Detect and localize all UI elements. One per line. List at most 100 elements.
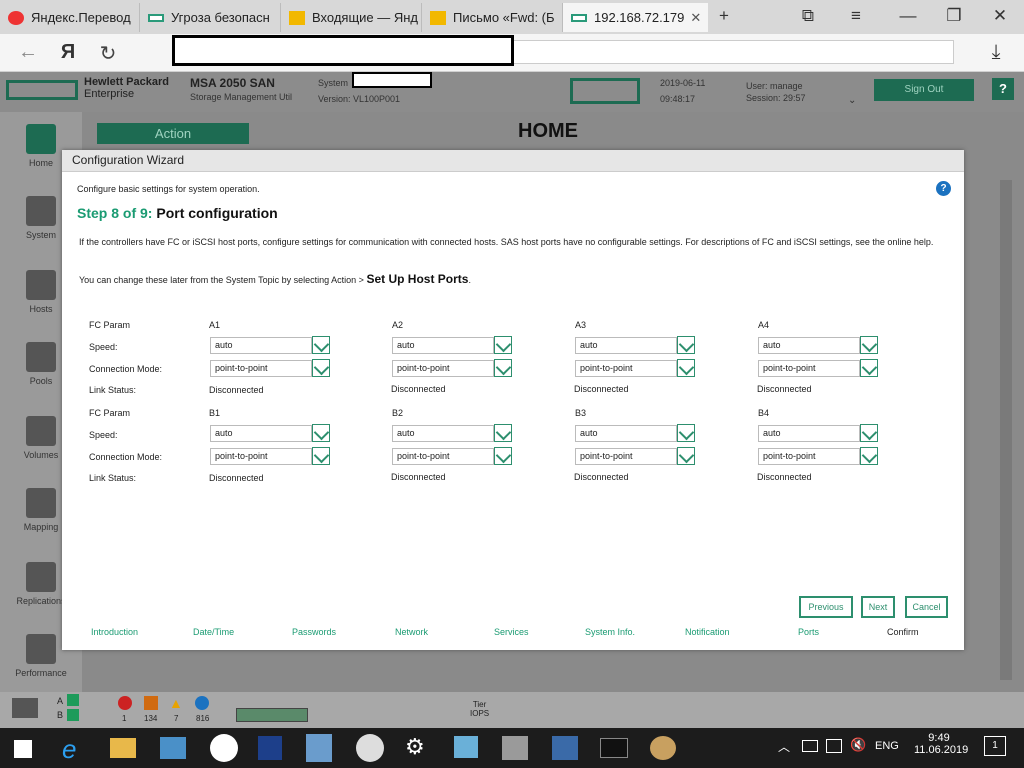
port-b3-speed-select[interactable]: auto xyxy=(575,425,677,442)
scrollbar[interactable] xyxy=(1000,180,1012,680)
chevron-down-icon[interactable] xyxy=(312,424,330,442)
critical-icon[interactable] xyxy=(144,696,158,710)
yandex-browser-icon[interactable] xyxy=(210,734,238,762)
close-tab-icon[interactable]: ✕ xyxy=(690,10,701,26)
notifications-icon[interactable]: 1 xyxy=(984,736,1006,756)
internet-explorer-icon[interactable]: e xyxy=(62,734,76,765)
chevron-down-icon[interactable] xyxy=(312,336,330,354)
clock-app-icon[interactable] xyxy=(356,734,384,762)
restore-icon[interactable]: ❐ xyxy=(942,6,966,26)
port-b2-label: B2 xyxy=(392,408,404,418)
chevron-down-icon[interactable] xyxy=(860,359,878,377)
sidebar-item-label: Replications xyxy=(16,596,66,606)
chevron-down-icon[interactable] xyxy=(860,424,878,442)
port-b1-speed-select[interactable]: auto xyxy=(210,425,312,442)
back-arrow-icon[interactable]: ← xyxy=(16,41,40,64)
close-window-icon[interactable]: ✕ xyxy=(988,6,1012,26)
network-icon[interactable] xyxy=(826,739,842,753)
wizard-step-introduction[interactable]: Introduction xyxy=(91,627,138,637)
chevron-down-icon[interactable] xyxy=(494,359,512,377)
notes-app-icon[interactable] xyxy=(454,736,478,758)
language-indicator[interactable]: ENG xyxy=(875,740,899,752)
chevron-down-icon[interactable] xyxy=(677,336,695,354)
windows-start-icon[interactable] xyxy=(14,740,32,758)
chevron-down-icon[interactable] xyxy=(677,359,695,377)
minimize-icon[interactable]: — xyxy=(896,6,920,26)
browser-tab-active[interactable]: 192.168.72.179 ✕ xyxy=(563,3,708,32)
chevron-down-icon[interactable] xyxy=(312,359,330,377)
yandex-logo[interactable]: Я xyxy=(56,41,80,64)
volume-muted-icon[interactable]: 🔇 xyxy=(850,737,866,753)
url-field-extension[interactable] xyxy=(514,40,954,64)
port-b2-status: Disconnected xyxy=(391,472,446,482)
settings-gear-icon[interactable]: ⚙ xyxy=(405,734,425,760)
save-app-icon[interactable] xyxy=(258,736,282,760)
port-a3-status: Disconnected xyxy=(574,384,629,394)
chevron-down-icon[interactable] xyxy=(860,447,878,465)
wizard-step-date-time[interactable]: Date/Time xyxy=(193,627,234,637)
wizard-step-notification[interactable]: Notification xyxy=(685,627,730,637)
chevron-down-icon[interactable] xyxy=(312,447,330,465)
wizard-step-ports[interactable]: Ports xyxy=(798,627,819,637)
tab-title: Входящие — Янд xyxy=(312,10,419,25)
previous-button[interactable]: Previous xyxy=(799,596,853,618)
chevron-down-icon[interactable] xyxy=(494,336,512,354)
port-b4-mode-select[interactable]: point-to-point xyxy=(758,448,860,465)
file-explorer-icon[interactable] xyxy=(110,738,136,758)
chevron-down-icon[interactable] xyxy=(677,447,695,465)
port-b4-speed-select[interactable]: auto xyxy=(758,425,860,442)
port-a1-speed-select[interactable]: auto xyxy=(210,337,312,354)
port-a2-mode-select[interactable]: point-to-point xyxy=(392,360,494,377)
tray-arrow-icon[interactable]: ︿ xyxy=(778,738,790,755)
server-app-icon[interactable] xyxy=(502,736,528,760)
port-a4-mode-select[interactable]: point-to-point xyxy=(758,360,860,377)
port-b3-mode-select[interactable]: point-to-point xyxy=(575,448,677,465)
menu-icon[interactable]: ≡ xyxy=(844,6,868,26)
help-button[interactable]: ? xyxy=(992,78,1014,100)
battery-icon[interactable] xyxy=(802,740,818,752)
warning-icon[interactable]: ▲ xyxy=(169,695,183,711)
wizard-step-passwords[interactable]: Passwords xyxy=(292,627,336,637)
wizard-step-network[interactable]: Network xyxy=(395,627,428,637)
download-icon[interactable]: ⤓ xyxy=(984,41,1008,64)
chevron-down-icon[interactable]: ⌄ xyxy=(848,95,856,106)
url-input[interactable] xyxy=(172,35,514,66)
port-a2-speed-select[interactable]: auto xyxy=(392,337,494,354)
port-a3-speed-select[interactable]: auto xyxy=(575,337,677,354)
performance-icon xyxy=(26,634,56,664)
wizard-step-services[interactable]: Services xyxy=(494,627,529,637)
action-button[interactable]: Action xyxy=(97,123,249,144)
terminal-icon[interactable] xyxy=(600,738,628,758)
reload-icon[interactable]: ↻ xyxy=(96,41,120,66)
browser-tab-inbox[interactable]: Входящие — Янд xyxy=(281,3,422,32)
info-icon[interactable] xyxy=(195,696,209,710)
port-a4-label: A4 xyxy=(758,320,770,330)
network-share-icon[interactable] xyxy=(552,736,578,760)
tab-title: 192.168.72.179 xyxy=(594,10,685,25)
browser-tab-security-threat[interactable]: Угроза безопасн xyxy=(140,3,281,32)
port-b2-speed-select[interactable]: auto xyxy=(392,425,494,442)
browser-tab-letter[interactable]: Письмо «Fwd: (Б xyxy=(422,3,563,32)
browser-tab-yandex-translate[interactable]: Яндекс.Перевод xyxy=(0,3,140,32)
port-a1-mode-select[interactable]: point-to-point xyxy=(210,360,312,377)
network-app-icon[interactable] xyxy=(306,734,332,762)
sign-out-button[interactable]: Sign Out xyxy=(874,79,974,101)
port-b1-mode-select[interactable]: point-to-point xyxy=(210,448,312,465)
wizard-step-system-info[interactable]: System Info. xyxy=(585,627,635,637)
new-tab-icon[interactable]: + xyxy=(712,6,736,26)
remote-desktop-icon[interactable] xyxy=(160,737,186,759)
chevron-down-icon[interactable] xyxy=(860,336,878,354)
bookmarks-icon[interactable]: ⧉ xyxy=(796,6,820,26)
clock[interactable]: 9:49 11.06.2019 xyxy=(914,732,968,756)
help-icon[interactable]: ? xyxy=(936,181,951,196)
error-icon[interactable] xyxy=(118,696,132,710)
port-b2-mode-select[interactable]: point-to-point xyxy=(392,448,494,465)
chevron-down-icon[interactable] xyxy=(677,424,695,442)
cancel-button[interactable]: Cancel xyxy=(905,596,948,618)
chevron-down-icon[interactable] xyxy=(494,447,512,465)
chevron-down-icon[interactable] xyxy=(494,424,512,442)
paint-icon[interactable] xyxy=(650,736,676,760)
port-a4-speed-select[interactable]: auto xyxy=(758,337,860,354)
port-a3-mode-select[interactable]: point-to-point xyxy=(575,360,677,377)
next-button[interactable]: Next xyxy=(861,596,895,618)
